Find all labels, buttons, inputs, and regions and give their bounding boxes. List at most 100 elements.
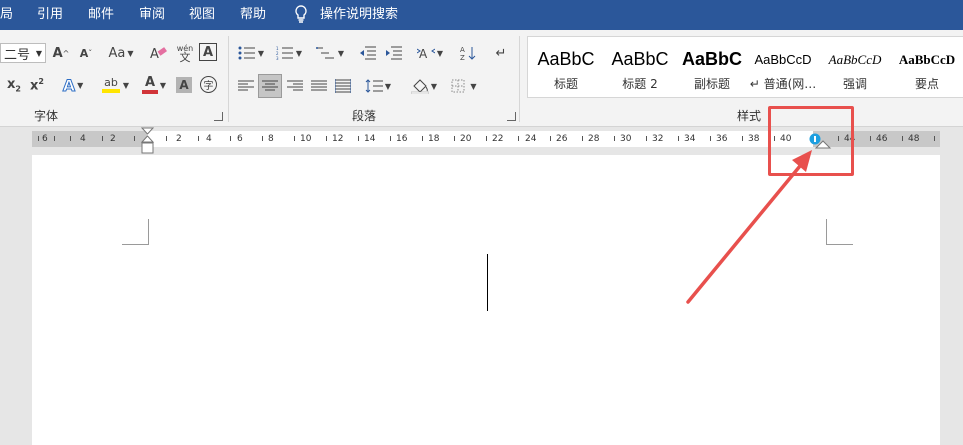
eraser-icon[interactable]: A [148,43,168,63]
ruler-tick [678,136,679,141]
ruler-number: 6 [237,134,243,144]
style-emphasis[interactable]: AaBbCcD 强调 [820,37,890,97]
multilevel-list-icon[interactable]: ▼ [314,43,346,63]
styles-gallery: AaBbC 标题 AaBbC 标题 2 AaBbC 副标题 AaBbCcD ↵ … [527,36,963,98]
ruler-text-area [147,131,813,147]
ruler-number: 34 [684,134,696,144]
ruler-tick [198,136,199,141]
svg-text:A: A [460,46,465,54]
character-border-icon[interactable]: A [199,43,217,61]
chevron-down-icon[interactable]: ▼ [158,75,168,95]
bullets-icon[interactable]: ▼ [236,43,266,63]
group-divider [228,36,229,122]
style-subtitle[interactable]: AaBbC 副标题 [678,37,746,97]
shading-bucket-icon[interactable]: ▼ [408,76,440,96]
style-normal-web[interactable]: AaBbCcD ↵ 普通(网… [748,37,818,97]
numbering-icon[interactable]: 1 2 3 ▼ [274,43,304,63]
ruler-tick [742,136,743,141]
superscript-icon[interactable]: x2 [28,75,46,95]
ruler-number: 30 [620,134,632,144]
borders-icon[interactable]: ▼ [448,76,480,96]
style-name: 要点 [914,77,939,91]
margin-corner-mark [826,219,853,245]
chinese-layout-icon[interactable]: A ▼ [414,43,446,63]
style-name: 标题 [553,77,578,91]
text-cursor [487,254,488,311]
style-name: 标题 2 [622,77,658,91]
align-center-icon[interactable] [258,74,282,98]
font-group-label: 字体 [34,109,59,123]
ruler-tick [70,136,71,141]
ruler-tick [390,136,391,141]
ruler-number: 18 [428,134,440,144]
tab-mailings[interactable]: 邮件 [88,7,114,23]
ruler-tick [294,136,295,141]
dialog-launcher-icon[interactable] [507,112,516,121]
style-heading-2[interactable]: AaBbC 标题 2 [604,37,676,97]
style-sample: AaBbC [537,49,595,69]
margin-corner-mark [122,219,149,245]
phonetic-guide-icon[interactable]: wén 文 [175,41,195,65]
ruler-number: 24 [525,134,537,144]
ribbon-tab-bar: 局 引用 邮件 审阅 视图 帮助 操作说明搜索 [0,0,963,30]
sort-icon[interactable]: AZ [458,43,478,63]
ruler-tick [646,136,647,141]
ruler-tick [902,136,903,141]
style-strong[interactable]: AaBbCcD 要点 [892,37,962,97]
increase-indent-icon[interactable] [384,43,404,63]
ruler-tick [230,136,231,141]
svg-text:A: A [419,47,428,60]
grow-font-icon[interactable]: A ^ [52,43,70,63]
align-left-icon[interactable] [236,76,256,96]
justify-icon[interactable] [309,76,329,96]
ruler-number: 36 [716,134,728,144]
svg-text:3: 3 [276,56,279,60]
font-size-value: 二号 [4,47,31,63]
ruler-tick [38,136,39,141]
styles-group-label: 样式 [737,109,762,123]
shrink-font-icon[interactable]: Aˇ [77,43,95,63]
decrease-indent-icon[interactable] [358,43,378,63]
tell-me-search[interactable]: 操作说明搜索 [320,7,398,23]
tab-help[interactable]: 帮助 [240,7,266,23]
tab-view[interactable]: 视图 [189,7,215,23]
ruler-tick [870,136,871,141]
tab-references[interactable]: 引用 [37,7,63,23]
line-spacing-icon[interactable]: ▼ [362,76,394,96]
ruler-number: 14 [364,134,376,144]
dialog-launcher-icon[interactable] [214,112,223,121]
document-page[interactable] [32,155,940,445]
style-name: 强调 [842,77,867,91]
tab-review[interactable]: 审阅 [139,7,165,23]
font-size-select[interactable]: 二号 ▼ [0,43,46,63]
ruler-number: 2 [110,134,116,144]
text-effects-icon[interactable]: A ▼ [58,75,88,95]
ruler-tick [454,136,455,141]
ruler-tick [134,136,135,141]
ruler-tick [614,136,615,141]
character-shading-icon[interactable]: A [176,77,192,93]
enclose-characters-icon[interactable]: 字 [200,76,217,93]
ruler-tick [710,136,711,141]
style-sample: AaBbCcD [898,52,956,67]
show-formatting-marks-icon[interactable]: ↵ [491,43,511,63]
subscript-icon[interactable]: x2 [5,75,23,95]
ruler-number: 2 [176,134,182,144]
distributed-icon[interactable] [333,76,353,96]
ruler-number: 4 [206,134,212,144]
style-sample: AaBbCcD [828,52,882,67]
ruler-tick [518,136,519,141]
style-heading[interactable]: AaBbC 标题 [530,37,602,97]
ruler-number: 26 [556,134,568,144]
tab-layout[interactable]: 局 [0,7,13,23]
change-case-button[interactable]: Aa ▼ [106,43,136,63]
svg-text:Z: Z [460,54,465,61]
style-name: 副标题 [693,77,730,91]
ruler-number: 8 [268,134,274,144]
chevron-down-icon[interactable]: ▼ [121,75,131,95]
ruler-tick [102,136,103,141]
ruler-number: 20 [460,134,472,144]
style-name: ↵ 普通(网… [749,77,817,91]
align-right-icon[interactable] [285,76,305,96]
ruler-tick [54,136,55,141]
